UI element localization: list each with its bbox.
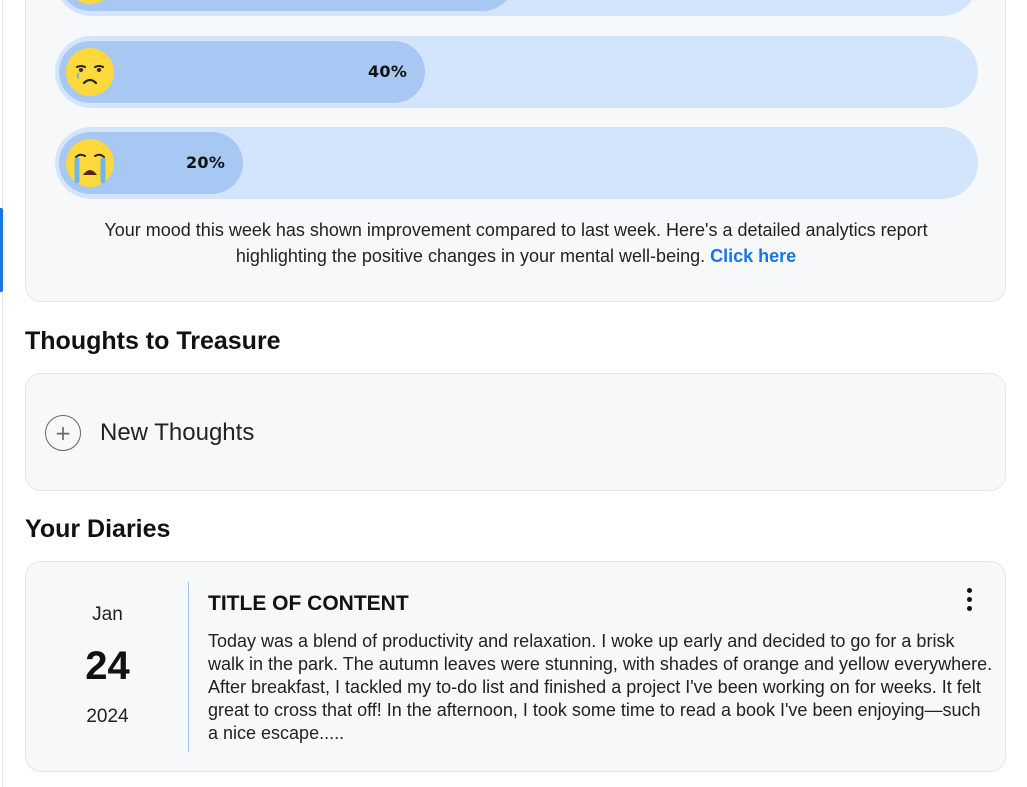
happy-emoji-icon [76, 0, 104, 4]
dot [966, 596, 972, 602]
diary-entry-card[interactable]: Jan 24 2024 TITLE OF CONTENT Today was a… [25, 561, 1006, 772]
thoughts-card: + New Thoughts [25, 373, 1006, 491]
plus-icon: + [45, 415, 81, 451]
thoughts-section-title: Thoughts to Treasure [25, 327, 281, 355]
nav-active-indicator [0, 208, 3, 292]
more-options-icon[interactable] [958, 584, 980, 614]
diary-divider [188, 582, 189, 752]
mood-bar-sad: 40% [55, 36, 978, 108]
left-border [2, 0, 3, 787]
diary-date: Jan 24 2024 [26, 562, 189, 773]
dot [966, 605, 972, 611]
analytics-report-link[interactable]: Click here [710, 246, 796, 266]
diary-date-month: Jan [92, 604, 123, 625]
diaries-section-title: Your Diaries [25, 515, 171, 543]
mood-bar-happy [55, 0, 978, 16]
mood-summary: Your mood this week has shown improvemen… [66, 217, 966, 269]
diary-body: Today was a blend of productivity and re… [208, 631, 993, 743]
dot [966, 587, 972, 593]
new-thoughts-label: New Thoughts [100, 419, 255, 446]
sad-emoji-icon [66, 48, 114, 96]
diary-date-year: 2024 [86, 706, 129, 727]
mood-summary-text: Your mood this week has shown improvemen… [104, 220, 928, 266]
mood-bar-crying: 20% [55, 127, 978, 199]
mood-percent-label: 40% [368, 62, 408, 81]
crying-emoji-icon [66, 139, 114, 187]
mood-analytics-card: 40% 20% Your mood this week has shown im… [25, 0, 1006, 302]
diary-title: TITLE OF CONTENT [208, 592, 409, 615]
mood-percent-label: 20% [186, 153, 226, 172]
new-thoughts-button[interactable]: + New Thoughts [45, 414, 254, 452]
diary-date-day: 24 [85, 644, 130, 688]
mood-bar-fill [59, 0, 514, 11]
